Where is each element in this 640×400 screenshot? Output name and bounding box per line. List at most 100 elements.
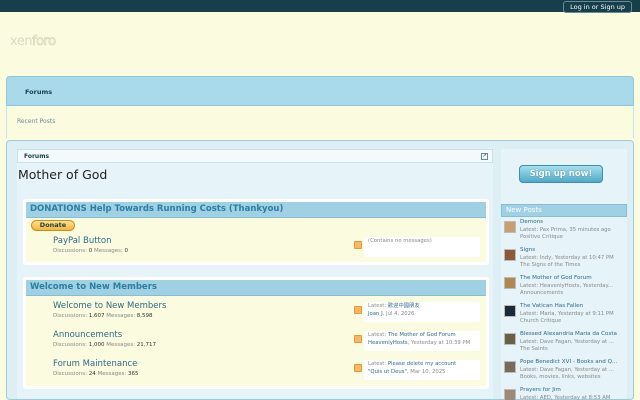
latest-thread-link[interactable]: 歡迎中國朋友 [388,303,420,309]
avatar[interactable] [504,305,516,317]
avatar[interactable] [504,389,516,400]
last-post: (Contains no messages) [364,237,480,257]
rss-icon[interactable] [354,364,362,372]
new-post-item: The Vatican Has Fallen Latest: Maria, Yes… [501,303,627,331]
new-post-forum[interactable]: Announcements [520,290,625,296]
new-post-latest: Latest: HeavenlyHosts, Yesterday... [520,283,613,289]
new-post-title[interactable]: Pope Benedict XVI - Books and Q... [520,359,625,365]
latest-user-link[interactable]: "Quis ut Deus" [368,369,407,375]
page-title: Mother of God [18,167,108,182]
site-logo[interactable]: xenforo [10,34,57,50]
category-header[interactable]: DONATIONS Help Towards Running Costs (Th… [26,202,486,218]
new-post-forum[interactable]: The Signs of the Times [520,262,625,268]
new-post-item: The Mother of God Forum Latest: HeavenlyH… [501,275,627,303]
node-stats: Discussions: 0 Messages: 0 [53,248,128,254]
new-post-forum[interactable]: The Saints [520,346,625,352]
latest-label: Latest: [368,361,387,367]
new-post-title[interactable]: The Mother of God Forum [520,275,625,281]
node-forum-maintenance: Forum Maintenance Discussions: 24 Messag… [26,357,486,383]
node-stats: Discussions: 1,000 Messages: 21,717 [53,342,156,348]
new-post-item: Signs Latest: Indy, Yesterday at 10:47 PM… [501,247,627,275]
new-post-latest: Latest: Dave Fagan, Yesterday at ... [520,339,614,345]
signup-button[interactable]: Sign up now! [519,165,603,183]
discussions-count: 1,000 [88,342,105,348]
latest-date: , Jul 4, 2026 [382,310,415,317]
new-post-latest: Latest: Maria, Yesterday at 9:11 PM [520,311,614,317]
category-title[interactable]: DONATIONS Help Towards Running Costs (Th… [30,204,283,214]
rss-icon[interactable] [354,335,362,343]
new-post-latest: Latest: Indy, Yesterday at 10:47 PM [520,255,614,261]
messages-label: Messages: [106,313,136,319]
latest-date: , Yesterday at 10:39 PM [407,339,471,346]
new-post-title[interactable]: Prayers for Jim [520,387,625,393]
node-paypal-button: PayPal Button Discussions: 0 Messages: 0… [26,234,486,260]
tab-forums[interactable]: Forums [25,88,52,96]
avatar[interactable] [504,221,516,233]
node-title[interactable]: PayPal Button [53,236,111,246]
avatar[interactable] [504,361,516,373]
nav-bar: Forums [6,76,634,106]
new-post-item: Blessed Alexandria Maria da Costa Latest:… [501,331,627,359]
node-title[interactable]: Announcements [53,330,122,340]
last-post: Latest: Please delete my account "Quis u… [364,360,480,380]
new-posts-list: Demons Latest: Pax Prima, 35 minutes ago P… [501,219,627,400]
discussions-label: Discussions: [53,371,87,377]
new-post-title[interactable]: Blessed Alexandria Maria da Costa [520,331,625,337]
discussions-count: 0 [88,248,93,254]
recent-posts-link[interactable]: Recent Posts [17,118,55,125]
latest-label: Latest: [368,332,387,338]
latest-thread-link[interactable]: The Mother of God Forum [388,332,456,338]
latest-thread-link[interactable]: Please delete my account [388,361,456,367]
discussions-label: Discussions: [53,248,87,254]
breadcrumb: Forums ↗ [17,149,493,163]
node-stats: Discussions: 1,607 Messages: 8,598 [53,313,153,319]
no-messages-text: (Contains no messages) [368,238,432,244]
latest-user-link[interactable]: Joan J [368,311,383,317]
sidebar: Sign up now! New Posts Demons Latest: Pax… [501,149,627,400]
new-post-forum[interactable]: Church Critique [520,318,625,324]
category-title[interactable]: Welcome to New Members [30,282,157,292]
new-post-forum[interactable]: Positive Critique [520,234,625,240]
logo-text-primary: xen [10,34,33,49]
messages-label: Messages: [106,342,136,348]
node-title[interactable]: Welcome to New Members [53,301,166,311]
messages-count: 365 [128,371,139,377]
latest-user-link[interactable]: HeavenlyHosts [368,340,408,346]
new-post-latest: Latest: Pax Prima, 35 minutes ago [520,227,611,233]
avatar[interactable] [504,277,516,289]
node-stats: Discussions: 24 Messages: 365 [53,371,139,377]
node-welcome: Welcome to New Members Discussions: 1,60… [26,299,486,325]
messages-label: Messages: [93,248,123,254]
rss-icon[interactable] [354,241,362,249]
discussions-count: 24 [88,371,96,377]
category-welcome: Welcome to New Members Welcome to New Me… [23,277,489,389]
discussions-label: Discussions: [53,342,87,348]
node-title[interactable]: Forum Maintenance [53,359,137,369]
messages-count: 8,598 [136,313,153,319]
content-area: Forums ↗ Mother of God DONATIONS Help To… [6,140,634,400]
sub-nav: Recent Posts [6,106,634,138]
messages-count: 0 [124,248,129,254]
category-donations: DONATIONS Help Towards Running Costs (Th… [23,199,489,265]
new-post-item: Prayers for Jim Latest: AED, Yesterday at… [501,387,627,400]
avatar[interactable] [504,249,516,261]
new-posts-header: New Posts [501,204,627,217]
category-header[interactable]: Welcome to New Members [26,280,486,296]
breadcrumb-forums[interactable]: Forums [24,153,49,160]
avatar[interactable] [504,333,516,345]
login-signup-button[interactable]: Log in or Sign up [563,1,632,13]
donate-button[interactable]: Donate [31,220,75,231]
arrow-up-right-icon[interactable]: ↗ [481,153,488,160]
last-post: Latest: 歡迎中國朋友 Joan J, Jul 4, 2026 [364,302,480,322]
new-post-title[interactable]: The Vatican Has Fallen [520,303,625,309]
discussions-count: 1,607 [88,313,105,319]
new-post-title[interactable]: Demons [520,219,625,225]
discussions-label: Discussions: [53,313,87,319]
new-post-forum[interactable]: Books, movies, links, websites [520,374,625,380]
new-post-title[interactable]: Signs [520,247,625,253]
logo-text-secondary: foro [32,34,57,50]
messages-count: 21,717 [136,342,157,348]
new-post-latest: Latest: Dave Fagan, Yesterday at ... [520,367,614,373]
latest-date: , Mar 10, 2025 [406,368,446,375]
rss-icon[interactable] [354,306,362,314]
